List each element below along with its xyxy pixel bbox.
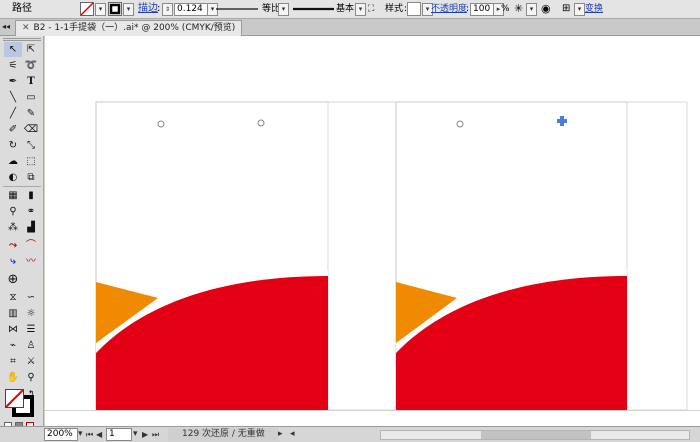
artboard-canvas[interactable] [45,36,700,426]
warp-tool-icon[interactable]: ☁ [4,154,22,169]
pen-tool-icon[interactable]: ✒ [4,74,22,89]
artboard-tool-icon[interactable]: ⧖ [4,290,22,305]
curvature-tool-icon[interactable]: 〰 [22,254,40,269]
magic-wand-icon[interactable]: ⚟ [4,58,22,73]
fill-swatch[interactable] [80,2,94,16]
profile-dropdown-icon[interactable]: ▾ [278,3,289,16]
status-menu-icon[interactable]: ▸ [278,428,283,441]
panel-collapse-icon[interactable]: ◂◂ [2,22,10,31]
gradient-tool-icon[interactable]: ▮ [22,188,40,203]
slice-tool-icon[interactable]: ⋈ [4,322,22,337]
connector-tool-icon[interactable]: ⌁ [4,338,22,353]
document-tab-title: B2 - 1-1手提袋（一）.ai* @ 200% (CMYK/预览) [33,23,236,33]
last-artboard-icon[interactable]: ⏭ [152,428,159,441]
target-tool-icon[interactable]: ⊕ [4,272,22,287]
none-fill-icon [80,2,94,16]
knife-tool-icon[interactable]: ⚔ [22,354,40,369]
opacity-field[interactable]: 100 [470,3,494,16]
recolor-dropdown-icon[interactable]: ▾ [526,3,537,16]
opacity-panel-link[interactable]: 不透明度 [431,2,467,16]
hand-tool-icon[interactable]: ✋ [4,370,22,385]
rectangle-tool-icon[interactable]: ▭ [22,90,40,105]
style-swatch-icon [407,2,421,16]
next-artboard-icon[interactable]: ▶ [142,428,148,441]
artwork[interactable] [45,36,700,426]
stroke-weight-field[interactable]: 0.124 [174,3,208,16]
flare-tool-icon[interactable]: ☼ [22,306,40,321]
artboard-number-field[interactable]: 1 [106,428,132,441]
crop-tool-icon[interactable]: ⌗ [4,354,22,369]
shaper-tool-icon[interactable]: ⌒ [22,238,40,253]
width-tool-icon[interactable]: ⤳ [4,238,22,253]
warp-mesh-icon[interactable]: ∽ [22,290,40,305]
prev-artboard-icon[interactable]: ◀ [96,428,102,441]
brush-dropdown-icon[interactable]: ▾ [355,3,366,16]
perspective-grid-icon[interactable]: ⧉ [22,170,40,185]
close-tab-icon[interactable]: ✕ [22,23,30,33]
type-tool-icon[interactable]: T [22,74,40,89]
rotate-tool-icon[interactable]: ↻ [4,138,22,153]
scale-tool-icon[interactable]: ⤡ [22,138,40,153]
graphic-style-swatch[interactable] [407,2,421,16]
scrollbar-thumb[interactable] [481,431,591,439]
horizontal-scrollbar[interactable] [380,430,690,440]
status-bar: 200% ▾ ⏮ ◀ 1 ▾ ▶ ⏭ 129 次还原 / 无重做 ▸ ◂ [0,426,700,442]
stroke-color-icon [108,2,122,16]
first-artboard-icon[interactable]: ⏮ [86,428,93,441]
anchor-tool-icon[interactable]: ⤷ [4,254,22,269]
document-tab[interactable]: ✕ B2 - 1-1手提袋（一）.ai* @ 200% (CMYK/预览) [15,20,243,36]
zoom-tool-icon[interactable]: ⚲ [22,370,40,385]
status-info: 129 次还原 / 无重做 [168,428,278,441]
graph-tool-icon[interactable]: ▟ [22,220,40,235]
eyedropper-icon[interactable]: ⚲ [4,204,22,219]
style-label: 样式 [385,4,404,14]
variable-width-profile[interactable] [214,2,260,16]
pencil-icon[interactable]: ✎ [22,106,40,121]
list-icon[interactable]: ☰ [22,322,40,337]
artboard-gusset-1 [327,101,397,411]
selection-type-label: 路径 [12,3,32,14]
stroke-swatch[interactable] [108,2,122,16]
toolbox-grip[interactable] [3,38,41,41]
stroke-dropdown-icon[interactable]: ▾ [123,3,134,16]
tools-panel: ↖ ⇱ ⚟ ➰ ✒ T ╲ ▭ ╱ ✎ ✐ ⌫ ↻ ⤡ ☁ ⬚ ◐ ⧉ ▦ ▮ … [0,36,44,428]
profile-line-icon [216,8,258,10]
symbol-sprayer-icon[interactable]: ⁂ [4,220,22,235]
direct-selection-tool-icon[interactable]: ⇱ [22,42,40,57]
paintbrush-icon[interactable]: ╱ [4,106,22,121]
transform-panel-link[interactable]: 变换 [585,2,603,16]
fill-dropdown-icon[interactable]: ▾ [95,3,106,16]
artboard-gusset-2 [626,101,688,411]
stroke-panel-link[interactable]: 描边 [138,2,158,16]
recolor-artwork-icon[interactable]: ✳ [514,2,523,16]
scroll-left-icon[interactable]: ◂ [290,428,295,441]
column-graph-icon[interactable]: ▥ [4,306,22,321]
stamp-tool-icon[interactable]: ♙ [22,338,40,353]
selection-tool-icon[interactable]: ↖ [4,42,22,57]
artboard-dropdown-icon[interactable]: ▾ [133,428,138,441]
shape-builder-icon[interactable]: ◐ [4,170,22,185]
mesh-tool-icon[interactable]: ▦ [4,188,22,203]
line-tool-icon[interactable]: ╲ [4,90,22,105]
toolbox-divider [3,186,41,187]
percent-sign: % [501,4,510,14]
free-transform-icon[interactable]: ⬚ [22,154,40,169]
svg-text:↰: ↰ [28,389,35,398]
lasso-icon[interactable]: ➰ [22,58,40,73]
blob-brush-icon[interactable]: ✐ [4,122,22,137]
align-dropdown-icon[interactable]: ▾ [574,3,585,16]
control-bar: 路径 ▾ ▾ 描边 : ⇕ 0.124 ▾ 等比 ▾ 基本 ▾ ⛶ 样式 : ▾… [0,0,700,19]
brush-options-icon[interactable]: ⛶ [368,2,374,16]
eraser-icon[interactable]: ⌫ [22,122,40,137]
zoom-field[interactable]: 200% [44,428,78,441]
zoom-dropdown-icon[interactable]: ▾ [78,428,83,441]
isolate-icon[interactable]: ◉ [541,2,551,16]
stroke-weight-spinner-icon[interactable]: ⇕ [162,3,173,16]
align-grid-icon[interactable]: ⊞ [562,2,570,16]
brush-label: 基本 [334,2,357,16]
blend-tool-icon[interactable]: ⚭ [22,204,40,219]
document-tab-bar: ◂◂ ✕ B2 - 1-1手提袋（一）.ai* @ 200% (CMYK/预览) [0,19,700,36]
fill-stroke-swatches[interactable]: ↰ [4,388,40,420]
